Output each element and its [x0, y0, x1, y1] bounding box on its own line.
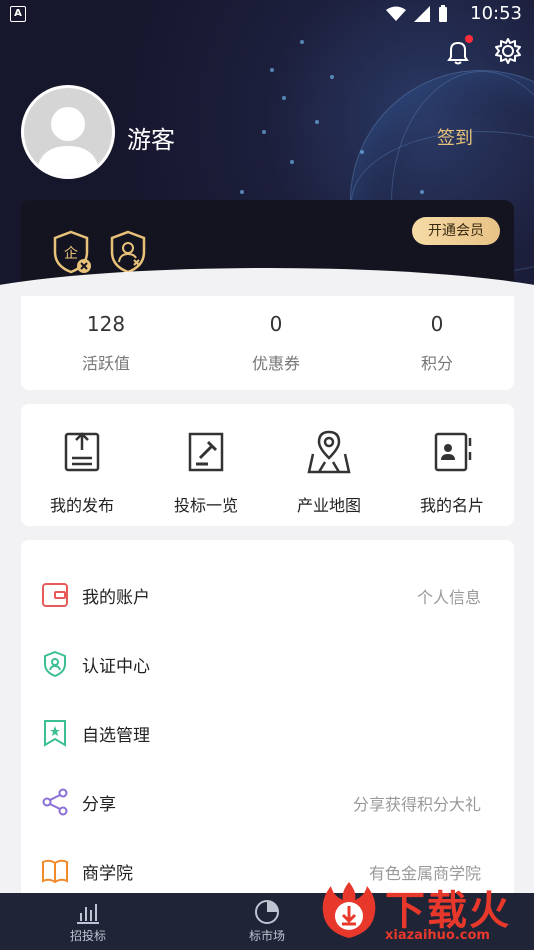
publish-icon — [64, 432, 100, 472]
share-icon — [42, 788, 68, 816]
stat-label: 活跃值 — [81, 354, 130, 373]
tab-label: 标市场 — [248, 929, 285, 943]
bookmark-star-icon — [44, 720, 66, 747]
bid-hammer-icon — [188, 432, 224, 472]
menu-item-label: 分享 — [82, 795, 116, 815]
watermark-url: xiazaihuo.com — [385, 928, 490, 943]
checkin-button[interactable]: 签到 — [437, 124, 473, 150]
stat-label: 优惠券 — [251, 354, 300, 373]
stat-value: 0 — [269, 312, 283, 336]
download-logo-icon — [322, 882, 376, 938]
tab-label: 招投标 — [69, 929, 106, 943]
status-app-icon: A — [10, 6, 26, 22]
notification-bell-icon[interactable] — [443, 35, 473, 67]
stat-value: 0 — [430, 312, 444, 336]
map-pin-icon — [307, 430, 351, 474]
menu-item-label: 我的账户 — [82, 588, 150, 608]
menu-card: 我的账户 个人信息 认证中心 自选管理 分享 分享获得积分大礼 商学院 有色金属… — [21, 540, 514, 900]
stat-activity[interactable]: 128 活跃值 — [41, 312, 171, 374]
tab-market[interactable]: 标市场 — [227, 899, 307, 944]
menu-item-watchlist[interactable]: 自选管理 — [21, 713, 514, 753]
book-icon — [42, 859, 68, 884]
battery-icon — [439, 5, 447, 22]
menu-item-label: 商学院 — [82, 864, 133, 884]
shortcut-label: 产业地图 — [296, 496, 361, 515]
profile-header: A 10:53 游客 签到 企 开通会员 — [0, 0, 534, 300]
tab-bidding[interactable]: 招投标 — [48, 899, 128, 944]
menu-item-share[interactable]: 分享 分享获得积分大礼 — [21, 782, 514, 822]
business-card-icon — [434, 432, 472, 472]
shortcut-industry-map[interactable]: 产业地图 — [274, 428, 384, 516]
shortcut-label: 投标一览 — [173, 496, 238, 515]
status-bar: A 10:53 — [0, 0, 534, 28]
username: 游客 — [127, 126, 175, 154]
menu-item-label: 认证中心 — [82, 657, 150, 677]
menu-item-label: 自选管理 — [82, 726, 150, 746]
stat-coupons[interactable]: 0 优惠券 — [211, 312, 341, 374]
menu-item-certification[interactable]: 认证中心 — [21, 644, 514, 684]
stat-points[interactable]: 0 积分 — [372, 312, 502, 374]
wallet-icon — [42, 583, 68, 607]
shortcut-label: 我的发布 — [49, 496, 114, 515]
shortcut-bids[interactable]: 投标一览 — [151, 428, 261, 516]
stat-label: 积分 — [420, 354, 453, 373]
status-time: 10:53 — [470, 3, 522, 24]
shortcut-my-posts[interactable]: 我的发布 — [27, 428, 137, 516]
stat-value: 128 — [86, 312, 126, 336]
menu-item-my-account[interactable]: 我的账户 个人信息 — [21, 575, 514, 615]
wifi-icon — [386, 6, 406, 21]
bar-chart-icon — [77, 904, 99, 924]
stats-card: 128 活跃值 0 优惠券 0 积分 — [21, 296, 514, 390]
menu-item-hint: 个人信息 — [416, 588, 481, 607]
shortcuts-card: 我的发布 投标一览 产业地图 我的名片 — [21, 404, 514, 526]
shortcut-label: 我的名片 — [419, 496, 484, 515]
market-icon — [255, 900, 279, 924]
watermark: 下载火 xiazaihuo.com — [313, 878, 534, 950]
menu-item-hint: 分享获得积分大礼 — [352, 795, 481, 814]
personal-badge-icon — [110, 230, 146, 274]
settings-gear-icon[interactable] — [494, 37, 522, 65]
shield-user-icon — [44, 650, 66, 678]
vip-button[interactable]: 开通会员 — [412, 217, 500, 245]
enterprise-badge-icon: 企 — [53, 230, 91, 274]
shortcut-business-card[interactable]: 我的名片 — [397, 428, 507, 516]
avatar[interactable] — [21, 85, 115, 179]
svg-text:企: 企 — [64, 245, 78, 262]
signal-icon — [414, 6, 430, 22]
notification-dot — [465, 35, 473, 43]
